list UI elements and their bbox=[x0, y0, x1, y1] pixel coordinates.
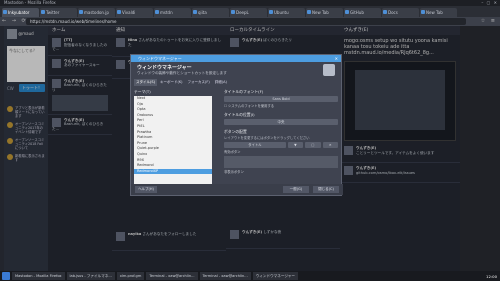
tab-label: Vivaldi bbox=[122, 10, 136, 15]
buttons-desc: レイアウトを変更するにはボタンをドラッグしてください bbox=[224, 136, 310, 140]
active-buttons-label: 有効ボタン bbox=[224, 150, 241, 155]
dialog-header: ウィンドウマネージャー ウィンドウの装飾や動作とショートカットを設定します bbox=[131, 62, 341, 79]
dialog-titlebar[interactable]: ウィンドウマネージャー ✕ bbox=[131, 55, 341, 62]
taskbar: Mastodon - Mozilla Firefox lab.jsus - ファ… bbox=[0, 271, 500, 281]
favicon-icon bbox=[269, 10, 273, 14]
tab-advanced[interactable]: 詳細(A) bbox=[213, 79, 229, 86]
browser-tab-strip: Inkyubator Twitter mastodon.jp Vivaldi m… bbox=[0, 6, 500, 17]
browser-tab[interactable]: Inkyubator bbox=[2, 8, 39, 17]
tab-label: New Tab bbox=[426, 10, 443, 15]
favicon-icon bbox=[41, 10, 45, 14]
tab-label: Ubuntu bbox=[274, 10, 289, 15]
taskbar-item[interactable]: Terminal - xaw@archlin... bbox=[146, 272, 198, 280]
hidden-buttons-area[interactable] bbox=[224, 156, 338, 169]
favicon-icon bbox=[79, 10, 83, 14]
tab-label: GitHub bbox=[350, 10, 364, 15]
title-font-group: タイトルのフォント(F) Sans Bold ☐ システムのフォントを使用する bbox=[224, 89, 338, 108]
browser-tab[interactable]: New Tab bbox=[420, 8, 457, 17]
title-font-label: タイトルのフォント(F) bbox=[224, 89, 264, 94]
browser-tab[interactable]: mastodon.jp bbox=[78, 8, 115, 17]
window-manager-dialog: ウィンドウマネージャー ✕ ウィンドウマネージャー ウィンドウの装飾や動作とショ… bbox=[130, 54, 343, 196]
browser-tab[interactable]: qiita bbox=[192, 8, 229, 17]
browser-tab[interactable]: mstdn bbox=[154, 8, 191, 17]
taskbar-item[interactable]: xlm.prof.gm bbox=[116, 272, 145, 280]
tab-label: Docs bbox=[388, 10, 398, 15]
dialog-footer: ヘルプ(H) 一般(G) 閉じる(C) bbox=[131, 184, 343, 195]
browser-tab[interactable]: New Tab bbox=[306, 8, 343, 17]
dialog-window-title: ウィンドウマネージャー bbox=[138, 56, 182, 61]
theme-list[interactable]: Next Oja Opta Oroborus Perl PtEL Prawtha Platin… bbox=[134, 96, 212, 184]
theme-label: テーマ(T) bbox=[134, 89, 151, 94]
favicon-icon bbox=[421, 10, 425, 14]
favicon-icon bbox=[307, 10, 311, 14]
alignment-label: タイトルの位置(I) bbox=[224, 112, 255, 117]
url-field[interactable]: https://mstdn.maud.io/web/timelines/home bbox=[26, 18, 466, 25]
favicon-icon bbox=[155, 10, 159, 14]
browser-tab[interactable]: Ubuntu bbox=[268, 8, 305, 17]
button-layout-group: ボタンの配置 レイアウトを変更するにはボタンをドラッグしてください タイトル ▼… bbox=[224, 129, 338, 174]
close-button[interactable]: 閉じる(C) bbox=[313, 186, 339, 193]
tab-label: DeepL bbox=[236, 10, 249, 15]
dialog-tabs: スタイル(S) キーボード(K) フォーカス(F) 詳細(A) bbox=[131, 79, 341, 86]
dialog-body: テーマ(T) Next Oja Opta Oroborus Perl PtEL Prawth… bbox=[134, 89, 340, 185]
buttons-label: ボタンの配置 bbox=[224, 129, 247, 134]
help-button[interactable]: ヘルプ(H) bbox=[135, 186, 157, 193]
browser-tab[interactable]: DeepL bbox=[230, 8, 267, 17]
favicon-icon bbox=[193, 10, 197, 14]
tab-label: mastodon.jp bbox=[84, 10, 109, 15]
close-icon[interactable]: ✕ bbox=[335, 55, 338, 62]
toolbar-icons[interactable]: ☆ ≡ bbox=[481, 18, 497, 24]
clock: 12:00 bbox=[486, 273, 497, 279]
taskbar-item[interactable]: ウィンドウマネージャー bbox=[252, 272, 298, 280]
general-button[interactable]: 一般(G) bbox=[283, 186, 309, 193]
app-menu-icon[interactable] bbox=[2, 272, 10, 280]
title-slot[interactable]: タイトル bbox=[224, 142, 286, 149]
dialog-heading: ウィンドウマネージャー bbox=[137, 65, 192, 71]
alignment-select[interactable]: 中央 bbox=[224, 119, 338, 125]
theme-pane: テーマ(T) Next Oja Opta Oroborus Perl PtEL Prawth… bbox=[134, 89, 214, 185]
tab-label: Inkyubator bbox=[8, 10, 30, 15]
favicon-icon bbox=[345, 10, 349, 14]
minimize-icon[interactable]: ▼ bbox=[287, 142, 304, 149]
favicon-icon bbox=[383, 10, 387, 14]
checkbox-label: システムのフォントを使用する bbox=[228, 104, 275, 108]
taskbar-item[interactable]: Mastodon - Mozilla Firefox bbox=[12, 272, 65, 280]
system-font-checkbox[interactable]: ☐ システムのフォントを使用する bbox=[224, 103, 338, 108]
tab-label: mstdn bbox=[160, 10, 173, 15]
taskbar-item[interactable]: lab.jsus - ファイルマネ... bbox=[66, 272, 115, 280]
taskbar-item[interactable]: Terminal - xaw@archlin... bbox=[199, 272, 251, 280]
title-font-button[interactable]: Sans Bold bbox=[224, 96, 338, 102]
tab-label: New Tab bbox=[312, 10, 329, 15]
browser-tab[interactable]: Twitter bbox=[40, 8, 77, 17]
alignment-group: タイトルの位置(I) 中央 bbox=[224, 112, 338, 125]
tab-keyboard[interactable]: キーボード(K) bbox=[158, 79, 185, 86]
hidden-buttons-label: 非表示ボタン bbox=[224, 170, 244, 175]
dialog-subheading: ウィンドウの装飾や動作とショートカットを設定します bbox=[137, 71, 227, 75]
browser-tab[interactable]: Vivaldi bbox=[116, 8, 153, 17]
favicon-icon bbox=[231, 10, 235, 14]
favicon-icon bbox=[117, 10, 121, 14]
tab-focus[interactable]: フォーカス(F) bbox=[185, 79, 211, 86]
browser-tab[interactable]: Docs bbox=[382, 8, 419, 17]
window-manager-icon bbox=[323, 64, 335, 76]
favicon-icon bbox=[3, 10, 7, 14]
navigation-bar: ← → ⟳ ⌂ https://mstdn.maud.io/web/timeli… bbox=[0, 17, 500, 26]
style-options: タイトルのフォント(F) Sans Bold ☐ システムのフォントを使用する … bbox=[224, 89, 338, 185]
browser-tab[interactable]: GitHub bbox=[344, 8, 381, 17]
active-buttons-row[interactable]: タイトル ▼ □ ✕ bbox=[224, 142, 338, 149]
tab-style[interactable]: スタイル(S) bbox=[134, 79, 157, 86]
tab-label: Twitter bbox=[46, 10, 60, 15]
window-title: Mastodon - Mozilla Firefox bbox=[4, 0, 56, 5]
tab-label: qiita bbox=[198, 10, 207, 15]
close-icon[interactable]: ✕ bbox=[322, 142, 338, 149]
theme-item[interactable]: RedmondXP bbox=[134, 168, 212, 175]
maximize-icon[interactable]: □ bbox=[305, 142, 321, 149]
